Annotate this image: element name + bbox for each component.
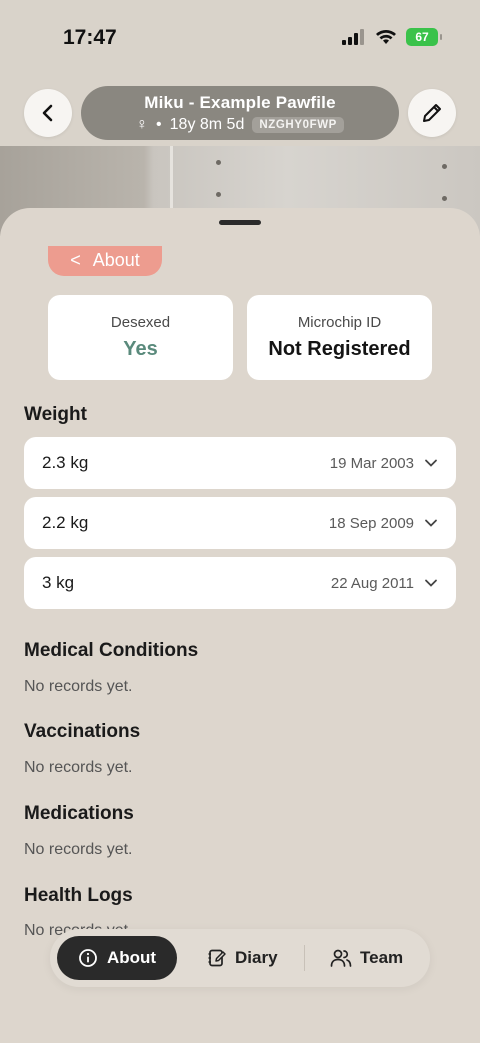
about-sheet: < About Desexed Yes Microchip ID Not Reg… (0, 208, 480, 1043)
medical-conditions-empty: No records yet. (24, 678, 133, 695)
chevron-down-icon (425, 519, 437, 527)
nav-about-tab[interactable]: About (57, 936, 177, 980)
microchip-card: Microchip ID Not Registered (247, 295, 432, 380)
medications-empty: No records yet. (24, 841, 133, 858)
notebook-edit-icon (208, 949, 226, 967)
vaccinations-empty: No records yet. (24, 759, 133, 776)
weight-row[interactable]: 2.2 kg 18 Sep 2009 (24, 497, 456, 549)
pet-id-badge: NZGHY0FWP (252, 116, 344, 133)
pet-age: 18y 8m 5d (169, 115, 245, 133)
pet-header: Miku - Example Pawfile ♀ • 18y 8m 5d NZG… (81, 86, 399, 140)
pet-name: Miku - Example Pawfile (144, 92, 336, 112)
medical-conditions-title: Medical Conditions (24, 640, 199, 661)
nav-team-tab[interactable]: Team (330, 936, 403, 980)
info-icon (79, 949, 97, 967)
female-icon: ♀ (136, 115, 149, 133)
about-section-chip[interactable]: < About (48, 246, 162, 276)
chevron-left-icon: < (70, 249, 81, 270)
weight-value: 2.2 kg (42, 513, 89, 532)
weight-title: Weight (24, 404, 87, 425)
status-bar: 17:47 67 (0, 0, 480, 70)
weight-row[interactable]: 3 kg 22 Aug 2011 (24, 557, 456, 609)
nav-diary-tab[interactable]: Diary (207, 936, 278, 980)
chevron-left-icon (42, 104, 53, 122)
bottom-nav: About Diary Team (50, 929, 430, 987)
desexed-label: Desexed (110, 314, 171, 331)
wifi-icon (376, 30, 396, 44)
weight-value: 3 kg (42, 573, 75, 592)
users-icon (330, 949, 352, 967)
microchip-label: Microchip ID (297, 314, 382, 331)
desexed-card: Desexed Yes (48, 295, 233, 380)
health-logs-title: Health Logs (24, 885, 133, 906)
sheet-grabber[interactable] (219, 220, 261, 225)
weight-date: 22 Aug 2011 (330, 574, 414, 592)
weight-value: 2.3 kg (42, 453, 89, 472)
chevron-down-icon (425, 459, 437, 467)
back-button[interactable] (24, 89, 72, 137)
medications-title: Medications (24, 803, 134, 824)
vaccinations-title: Vaccinations (24, 721, 141, 742)
edit-button[interactable] (408, 89, 456, 137)
weight-row[interactable]: 2.3 kg 19 Mar 2003 (24, 437, 456, 489)
nav-diary-label: Diary (235, 948, 278, 967)
weight-date: 19 Mar 2003 (329, 454, 414, 472)
desexed-value: Yes (123, 338, 158, 360)
status-time: 17:47 (63, 26, 117, 49)
about-chip-label: About (92, 249, 140, 270)
meta-separator: • (156, 115, 162, 133)
nav-team-label: Team (360, 948, 404, 967)
nav-divider (304, 945, 305, 971)
battery-level: 67 (415, 30, 429, 44)
status-icons: 67 (342, 28, 442, 46)
pencil-icon (423, 104, 441, 122)
battery-icon: 67 (406, 28, 442, 46)
weight-date: 18 Sep 2009 (328, 514, 414, 532)
nav-about-label: About (106, 948, 157, 967)
signal-icon (342, 29, 364, 45)
pet-meta: ♀ • 18y 8m 5d NZGHY0FWP (136, 116, 344, 134)
chevron-down-icon (425, 579, 437, 587)
microchip-value: Not Registered (268, 338, 411, 360)
